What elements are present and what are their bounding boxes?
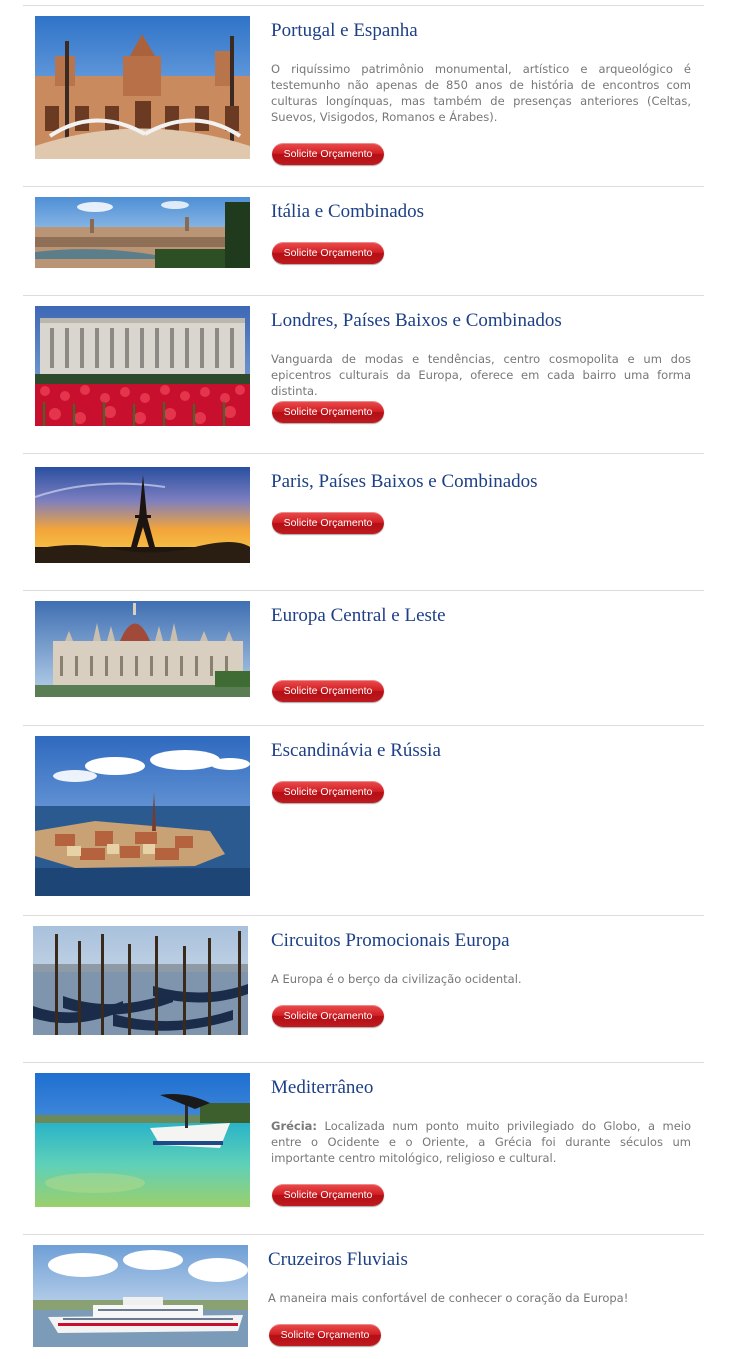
destination-title[interactable]: Escandinávia e Rússia (271, 740, 441, 762)
quote-request-button[interactable]: Solicite Orçamento (272, 143, 384, 165)
photo-budapest-parliament[interactable] (35, 601, 250, 697)
photo-stockholm-waterfront[interactable] (35, 736, 250, 896)
quote-request-button[interactable]: Solicite Orçamento (272, 781, 384, 803)
photo-buckingham-palace[interactable] (35, 306, 250, 426)
separator (23, 295, 704, 296)
destination-description: Grécia: Localizada num ponto muito privi… (271, 1118, 691, 1166)
quote-request-button[interactable]: Solicite Orçamento (269, 1324, 381, 1346)
destination-description: O riquíssimo patrimônio monumental, artí… (271, 62, 691, 124)
destination-title[interactable]: Europa Central e Leste (271, 605, 446, 627)
destination-description: Vanguarda de modas e tendências, centro … (271, 352, 691, 398)
destination-description: A Europa é o berço da civilização ociden… (271, 972, 522, 986)
destination-description: A maneira mais confortável de conhecer o… (268, 1291, 629, 1305)
quote-request-button[interactable]: Solicite Orçamento (272, 401, 384, 423)
description-label: Grécia: (271, 1119, 318, 1133)
separator (23, 1062, 704, 1063)
photo-eiffel-tower-sunset[interactable] (35, 467, 250, 563)
photo-river-cruise-ship[interactable] (33, 1245, 248, 1347)
photo-verona-panorama[interactable] (35, 197, 250, 268)
photo-venice-gondolas[interactable] (33, 926, 248, 1035)
destination-title[interactable]: Itália e Combinados (271, 201, 424, 223)
quote-request-button[interactable]: Solicite Orçamento (272, 1005, 384, 1027)
quote-request-button[interactable]: Solicite Orçamento (272, 242, 384, 264)
quote-request-button[interactable]: Solicite Orçamento (272, 512, 384, 534)
destination-title[interactable]: Cruzeiros Fluviais (268, 1249, 408, 1271)
separator (23, 590, 704, 591)
photo-plaza-de-espana[interactable] (35, 16, 250, 159)
separator (23, 1234, 704, 1235)
quote-request-button[interactable]: Solicite Orçamento (272, 1184, 384, 1206)
destination-title[interactable]: Circuitos Promocionais Europa (271, 930, 510, 952)
separator (23, 725, 704, 726)
destination-title[interactable]: Mediterrâneo (271, 1077, 373, 1099)
destination-title[interactable]: Portugal e Espanha (271, 20, 418, 42)
separator (23, 915, 704, 916)
photo-greek-boat-lagoon[interactable] (35, 1073, 250, 1207)
description-text: Localizada num ponto muito privilegiado … (271, 1119, 691, 1165)
destination-title[interactable]: Londres, Países Baixos e Combinados (271, 310, 562, 332)
separator (23, 186, 704, 187)
destination-title[interactable]: Paris, Países Baixos e Combinados (271, 471, 538, 493)
separator (23, 5, 704, 6)
quote-request-button[interactable]: Solicite Orçamento (272, 680, 384, 702)
separator (23, 453, 704, 454)
